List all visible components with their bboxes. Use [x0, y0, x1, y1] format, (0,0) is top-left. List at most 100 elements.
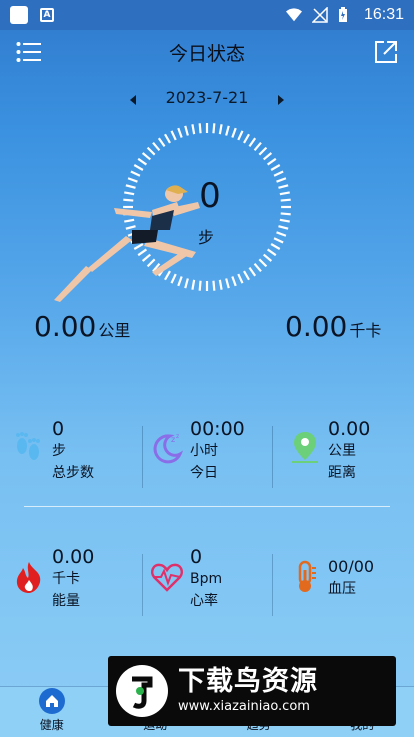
- ring-tick: [137, 157, 148, 166]
- ring-tick: [157, 137, 166, 148]
- calories-value: 0.00: [285, 310, 348, 343]
- watermark-url: www.xiazainiao.com: [178, 699, 310, 714]
- menu-icon[interactable]: [16, 40, 42, 64]
- sleep-unit: 小时: [190, 443, 218, 459]
- flame-icon: [12, 560, 46, 594]
- ring-tick: [278, 225, 289, 230]
- heart-rate-unit: Bpm: [190, 571, 223, 587]
- ring-tick: [237, 130, 244, 141]
- no-signal-icon: [311, 7, 328, 23]
- home-icon: [38, 688, 65, 714]
- ring-tick: [198, 123, 202, 134]
- ring-tick: [237, 273, 244, 284]
- status-bar: A 16:31: [0, 0, 414, 30]
- blood-pressure-label: 血压: [328, 581, 356, 597]
- ring-tick: [212, 123, 216, 134]
- previous-day-arrow-icon[interactable]: [128, 91, 138, 105]
- divider: [142, 554, 143, 616]
- watermark-banner: 下载鸟资源 www.xiazainiao.com: [108, 656, 396, 726]
- notification-a-icon: A: [40, 8, 54, 22]
- blood-pressure-card[interactable]: 00/00 血压: [276, 546, 414, 626]
- nav-health[interactable]: 健康: [0, 687, 104, 737]
- sleep-card[interactable]: z z 00:00 小时 今日: [138, 418, 276, 498]
- ring-tick: [184, 125, 189, 136]
- sleep-label: 今日: [190, 465, 218, 481]
- ring-tick: [177, 127, 183, 138]
- ring-tick: [225, 278, 230, 289]
- ring-tick: [258, 258, 268, 268]
- ring-tick: [273, 237, 284, 244]
- distance-unit: 公里: [98, 321, 131, 340]
- ring-tick: [225, 125, 230, 136]
- ring-tick: [270, 164, 281, 171]
- ring-tick: [253, 141, 262, 152]
- svg-text:z: z: [171, 435, 175, 444]
- ring-tick: [253, 262, 262, 273]
- location-pin-icon: [288, 430, 322, 464]
- divider: [272, 426, 273, 488]
- distance-card[interactable]: 0.00 公里 距离: [276, 418, 414, 498]
- battery-charging-icon: [338, 7, 354, 23]
- steps-count: 0: [199, 176, 221, 216]
- total-steps-label: 总步数: [52, 465, 94, 481]
- distance-card-label: 距离: [328, 465, 356, 481]
- ring-tick: [231, 276, 237, 287]
- energy-card[interactable]: 0.00 千卡 能量: [0, 546, 138, 626]
- total-steps-unit: 步: [52, 443, 66, 459]
- ring-tick: [130, 170, 141, 177]
- energy-value: 0.00: [52, 546, 95, 568]
- ring-tick: [218, 279, 223, 290]
- ring-tick: [146, 146, 156, 156]
- ring-tick: [262, 152, 273, 161]
- wifi-icon: [285, 7, 302, 23]
- top-bar: 今日状态: [0, 30, 414, 74]
- ring-tick: [152, 141, 161, 152]
- next-day-arrow-icon[interactable]: [276, 91, 286, 105]
- nav-health-label: 健康: [39, 718, 64, 732]
- ring-tick: [258, 146, 268, 156]
- ring-tick: [276, 177, 287, 183]
- ring-tick: [262, 253, 273, 262]
- ring-tick: [279, 191, 290, 196]
- section-divider: [24, 506, 390, 507]
- energy-unit: 千卡: [52, 571, 80, 587]
- ring-tick: [279, 218, 290, 223]
- distance-summary: 0.00 公里: [34, 310, 130, 343]
- distance-value: 0.00: [34, 310, 97, 343]
- ring-tick: [248, 266, 257, 277]
- sleep-moon-icon: z z: [150, 430, 184, 464]
- ring-tick: [243, 133, 250, 144]
- footprints-icon: [12, 430, 46, 464]
- ring-tick: [266, 248, 277, 257]
- ring-tick: [280, 212, 291, 216]
- page-title: 今日状态: [168, 42, 245, 65]
- heart-rate-value: 0: [190, 546, 203, 568]
- notification-square-icon: [10, 6, 28, 24]
- stats-row-2: 0.00 千卡 能量 0 Bpm 心率 00/00 血压: [0, 546, 414, 626]
- sleep-value: 00:00: [190, 418, 245, 440]
- total-steps-card[interactable]: 0 步 总步数: [0, 418, 138, 498]
- ring-tick: [170, 130, 177, 141]
- ring-tick: [218, 124, 223, 135]
- date-navigator: 2023-7-21: [0, 86, 414, 108]
- current-date[interactable]: 2023-7-21: [166, 88, 249, 107]
- divider: [272, 554, 273, 616]
- ring-tick: [133, 164, 144, 171]
- ring-tick: [248, 137, 257, 148]
- heart-rate-icon: [150, 560, 184, 594]
- steps-unit: 步: [198, 228, 215, 247]
- divider: [142, 426, 143, 488]
- share-icon[interactable]: [374, 40, 398, 64]
- ring-tick: [191, 124, 196, 135]
- heart-rate-card[interactable]: 0 Bpm 心率: [138, 546, 276, 626]
- svg-text:z: z: [176, 433, 179, 440]
- stats-row-1: 0 步 总步数 z z 00:00 小时 今日 0.00 公里 距离: [0, 418, 414, 498]
- calories-unit: 千卡: [349, 321, 382, 340]
- watermark-logo-icon: [116, 665, 168, 717]
- watermark-title: 下载鸟资源: [178, 666, 318, 697]
- heart-rate-label: 心率: [190, 593, 218, 609]
- status-time: 16:31: [363, 6, 404, 23]
- distance-card-value: 0.00: [328, 418, 371, 440]
- ring-tick: [280, 198, 291, 202]
- calories-summary: 0.00 千卡: [285, 310, 381, 343]
